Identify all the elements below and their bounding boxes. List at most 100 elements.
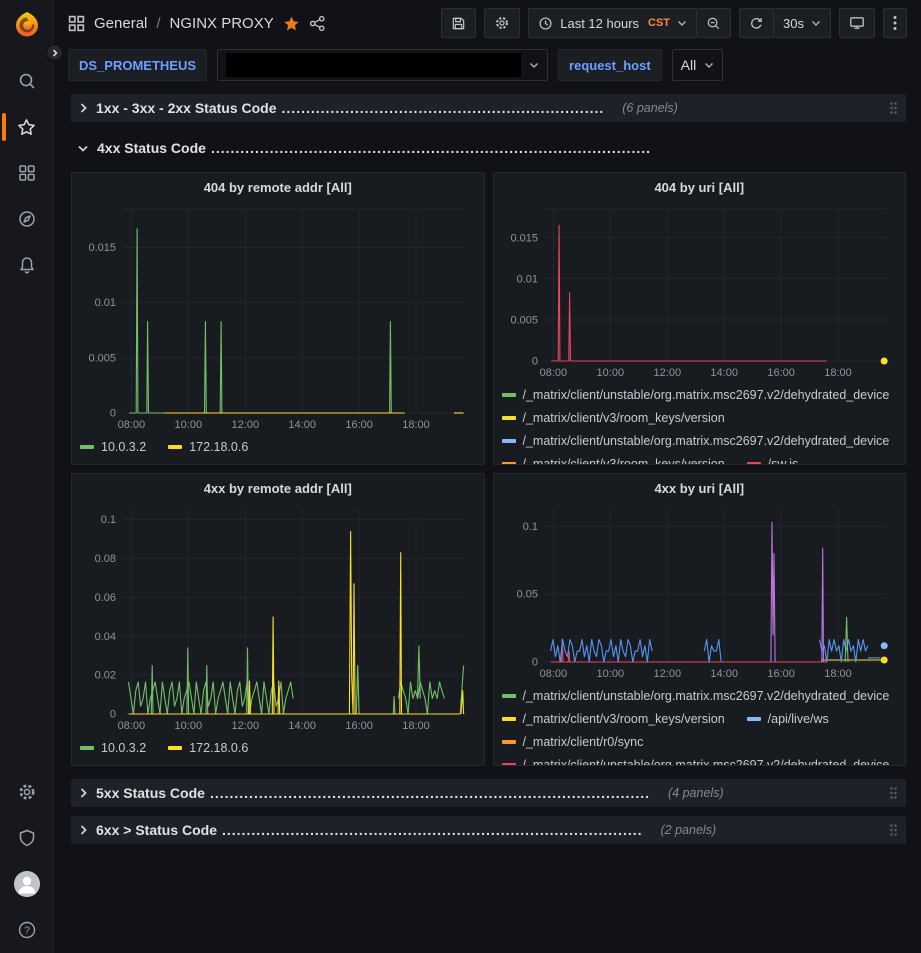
legend-swatch [502, 462, 516, 466]
gear-icon [17, 782, 37, 802]
svg-text:18:00: 18:00 [402, 720, 430, 732]
row-header-1xx-3xx-2xx[interactable]: 1xx - 3xx - 2xx Status Code.............… [71, 94, 906, 122]
panel-title[interactable]: 404 by remote addr [All] [80, 175, 476, 201]
legend-item[interactable]: /_matrix/client/unstable/org.matrix.msc2… [502, 388, 890, 402]
sidebar-item-search[interactable] [0, 58, 54, 104]
panel-4xx-by-uri: 4xx by uri [All] 08:0010:0012:0014:0016:… [493, 473, 907, 766]
datasource-variable-select[interactable] [217, 49, 548, 81]
svg-text:0.01: 0.01 [516, 273, 537, 285]
svg-text:12:00: 12:00 [653, 367, 681, 379]
sidebar-item-explore[interactable] [0, 196, 54, 242]
dashboards-grid-icon [17, 163, 37, 183]
panel-title[interactable]: 4xx by remote addr [All] [80, 476, 476, 502]
star-filled-icon[interactable] [283, 15, 300, 32]
legend-item[interactable]: 172.18.0.6 [168, 440, 248, 454]
legend-item[interactable]: /_matrix/client/v3/room_keys/version [502, 712, 725, 726]
svg-text:10:00: 10:00 [175, 419, 203, 431]
zoom-out-icon [706, 16, 721, 31]
drag-handle-icon[interactable] [889, 101, 898, 115]
datasource-variable-label[interactable]: DS_PROMETHEUS [68, 49, 207, 81]
svg-text:0.005: 0.005 [510, 314, 538, 326]
legend-swatch [747, 717, 761, 721]
cycle-view-button[interactable] [839, 8, 875, 38]
request-host-variable-select[interactable]: All [672, 49, 724, 81]
user-avatar [14, 871, 40, 897]
drag-handle-icon[interactable] [889, 823, 898, 837]
svg-text:0.015: 0.015 [510, 232, 538, 244]
save-dashboard-button[interactable] [441, 8, 476, 38]
dashboard-settings-button[interactable] [484, 8, 520, 38]
chevron-down-icon [77, 144, 89, 153]
panel-title[interactable]: 4xx by uri [All] [502, 476, 898, 502]
time-controls: Last 12 hours CST [528, 8, 731, 38]
svg-text:08:00: 08:00 [539, 668, 567, 680]
timeseries-chart-404-by-uri[interactable]: 08:0010:0012:0014:0016:0018:0000.0050.01… [502, 201, 897, 381]
legend-item[interactable]: /_matrix/client/v3/room_keys/version [502, 411, 725, 425]
sidebar-item-configuration[interactable] [0, 769, 54, 815]
svg-text:08:00: 08:00 [539, 367, 567, 379]
legend-swatch [80, 445, 94, 449]
sidebar-item-alerting[interactable] [0, 242, 54, 288]
svg-text:18:00: 18:00 [824, 668, 852, 680]
row-title: 6xx > Status Code.......................… [96, 822, 643, 838]
help-circle-icon: ? [17, 920, 37, 940]
legend-label: /_matrix/client/unstable/org.matrix.msc2… [523, 388, 890, 402]
refresh-interval-picker[interactable]: 30s [774, 8, 831, 38]
sidebar-expand-button[interactable] [46, 44, 63, 61]
time-range-picker[interactable]: Last 12 hours CST [528, 8, 697, 38]
svg-text:10:00: 10:00 [596, 668, 624, 680]
legend-item[interactable]: /_matrix/client/v3/room_keys/version [502, 457, 725, 466]
variables-bar: DS_PROMETHEUS request_host All [54, 46, 921, 90]
timeseries-chart-404-by-remote-addr[interactable]: 08:0010:0012:0014:0016:0018:0000.0050.01… [80, 201, 475, 433]
chevron-right-icon [51, 49, 59, 57]
legend-item[interactable]: /_matrix/client/unstable/org.matrix.msc2… [502, 758, 890, 767]
legend-swatch [502, 763, 516, 767]
zoom-out-time-button[interactable] [697, 8, 731, 38]
legend-label: /api/live/ws [768, 712, 829, 726]
chevron-down-icon [704, 62, 714, 69]
panel-404-by-remote-addr: 404 by remote addr [All] 08:0010:0012:00… [71, 172, 485, 465]
main-area: General / NGINX PROXY [54, 0, 921, 953]
legend-item[interactable]: /_matrix/client/unstable/org.matrix.msc2… [502, 434, 890, 448]
chevron-right-icon [79, 787, 88, 799]
sidebar-item-server-admin[interactable] [0, 815, 54, 861]
breadcrumb-dashboard-title: NGINX PROXY [170, 15, 274, 32]
kebab-menu-button[interactable] [883, 8, 907, 38]
chevron-down-icon [677, 20, 687, 27]
svg-text:14:00: 14:00 [288, 419, 316, 431]
legend-item[interactable]: 10.0.3.2 [80, 741, 146, 755]
legend-item[interactable]: 10.0.3.2 [80, 440, 146, 454]
share-icon[interactable] [309, 15, 326, 32]
legend-item[interactable]: /api/live/ws [747, 712, 829, 726]
row-header-5xx[interactable]: 5xx Status Code.........................… [71, 779, 906, 807]
panel-title[interactable]: 404 by uri [All] [502, 175, 898, 201]
row-header-6xx[interactable]: 6xx > Status Code.......................… [71, 816, 906, 844]
legend-label: /_matrix/client/unstable/org.matrix.msc2… [523, 434, 890, 448]
grafana-logo[interactable] [12, 10, 42, 40]
sidebar-item-help[interactable]: ? [0, 907, 54, 953]
breadcrumb-separator: / [156, 15, 160, 32]
request-host-variable-label[interactable]: request_host [558, 49, 662, 81]
sidebar-item-starred[interactable] [0, 104, 54, 150]
sidebar-item-dashboards[interactable] [0, 150, 54, 196]
timeseries-chart-4xx-by-remote-addr[interactable]: 08:0010:0012:0014:0016:0018:0000.020.040… [80, 502, 475, 734]
drag-handle-icon[interactable] [889, 786, 898, 800]
breadcrumb-section[interactable]: General [94, 15, 147, 32]
legend-item[interactable]: /_matrix/client/unstable/org.matrix.msc2… [502, 689, 890, 703]
legend-label: 10.0.3.2 [101, 440, 146, 454]
refresh-button[interactable] [739, 8, 774, 38]
legend-item[interactable]: /sw.js [747, 457, 799, 466]
topbar-actions: Last 12 hours CST [441, 8, 907, 38]
row-title: 5xx Status Code.........................… [96, 785, 650, 801]
sidebar-item-profile[interactable] [0, 861, 54, 907]
row-header-4xx[interactable]: 4xx Status Code.........................… [71, 136, 906, 160]
svg-text:0.06: 0.06 [95, 592, 116, 604]
legend-item[interactable]: /_matrix/client/r0/sync [502, 735, 644, 749]
compass-icon [17, 209, 37, 229]
timeseries-chart-4xx-by-uri[interactable]: 08:0010:0012:0014:0016:0018:0000.050.1 [502, 502, 897, 682]
grafana-logo-icon [12, 10, 42, 40]
timezone-label: CST [648, 17, 670, 29]
svg-text:12:00: 12:00 [653, 668, 681, 680]
legend-item[interactable]: 172.18.0.6 [168, 741, 248, 755]
legend-label: /_matrix/client/unstable/org.matrix.msc2… [523, 689, 890, 703]
